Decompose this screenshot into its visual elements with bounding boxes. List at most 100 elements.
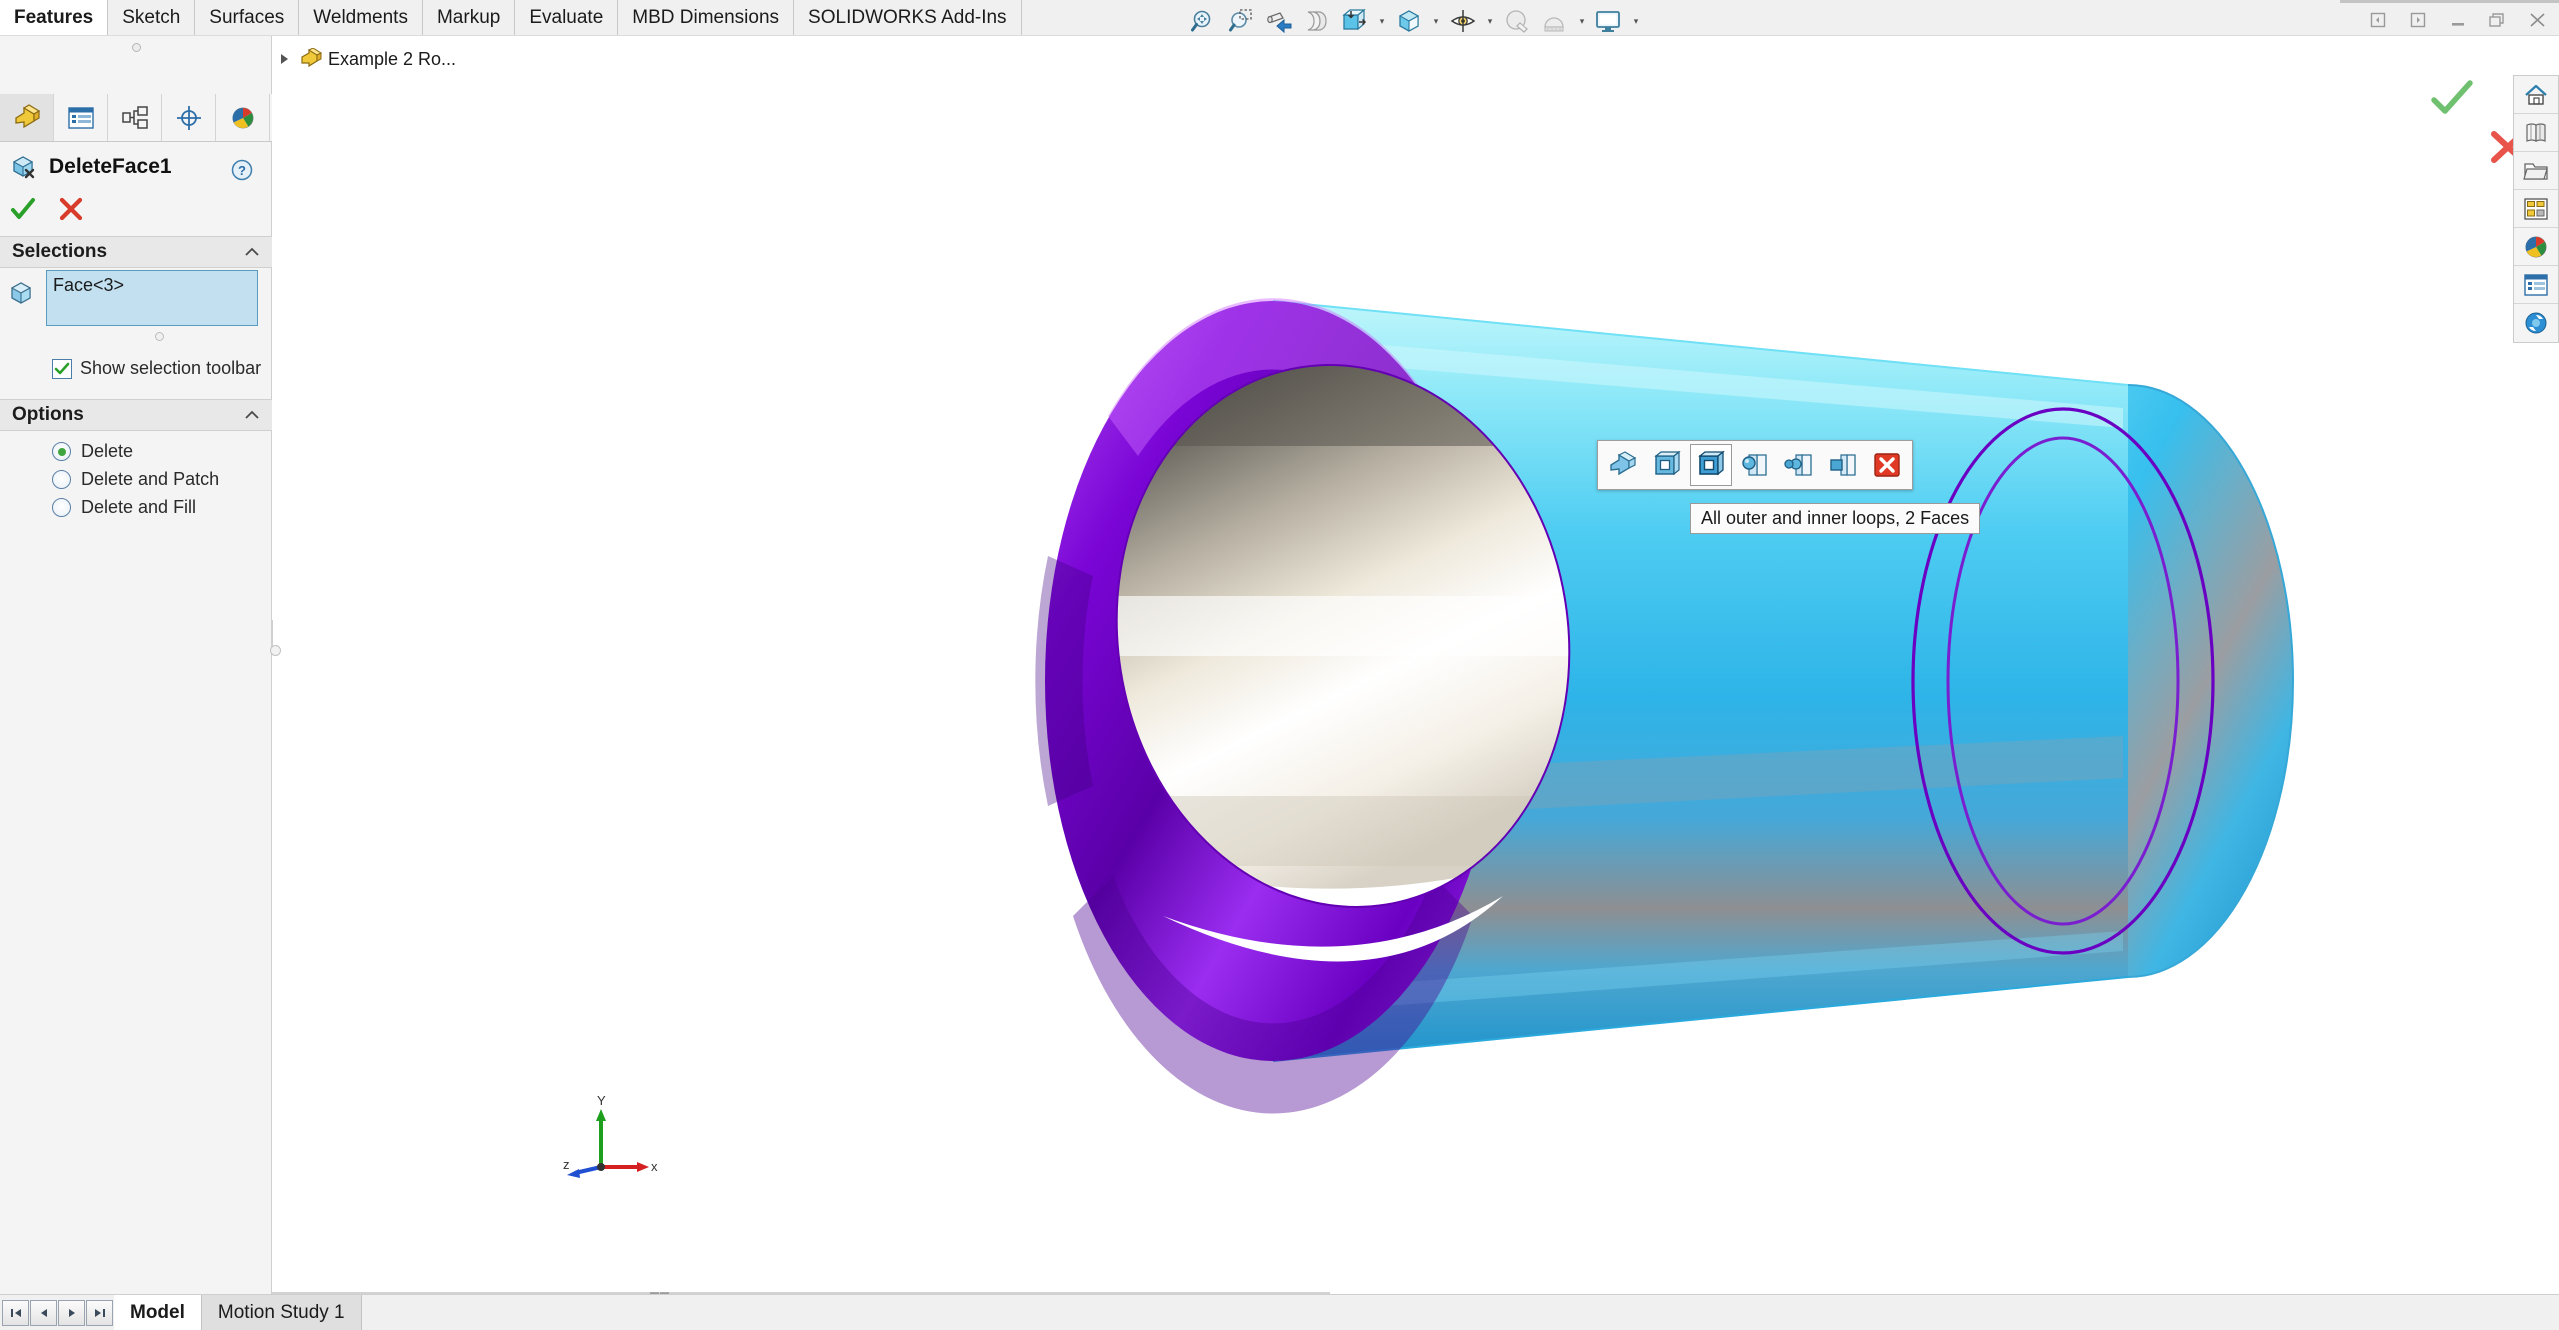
ribbon-tab-features[interactable]: Features [0,0,109,35]
delete-face-icon [10,151,40,184]
view-orientation-icon[interactable] [1337,3,1373,39]
restore-left-icon[interactable] [2361,3,2395,37]
bottom-bar-spacer [362,1295,2559,1330]
show-selection-toolbar-label: Show selection toolbar [80,358,262,378]
solidworks-resources-icon[interactable] [2514,76,2558,114]
view-orientation-chevron-down-icon[interactable]: ▾ [1375,3,1389,39]
tree-item-document[interactable]: Example 2 Ro... [278,47,457,70]
tree-item-label: Example 2 Ro... [328,48,457,69]
ribbon-tab-label: Markup [436,6,501,28]
ribbon-tab-evaluate[interactable]: Evaluate [515,0,619,35]
options-section-header[interactable]: Options [0,399,272,431]
zoom-to-area-icon[interactable] [1223,3,1259,39]
select-connected-faces-icon[interactable] [1822,444,1864,486]
minimize-icon[interactable] [2441,3,2475,37]
confirm-corner-ok-icon[interactable] [2429,78,2475,123]
cancel-button[interactable] [58,196,84,222]
select-loop-icon[interactable] [1646,444,1688,486]
viewport-layout-chevron-down-icon[interactable]: ▾ [1629,3,1643,39]
option-delete-and-patch-radio-row[interactable]: Delete and Patch [52,469,219,490]
tree-expander-chevron-right-icon[interactable] [278,52,292,66]
tab-model[interactable]: Model [114,1295,202,1330]
option-delete-and-patch-radio[interactable] [52,470,71,489]
show-selection-toolbar-checkbox[interactable] [52,358,72,379]
ribbon-tab-label: Weldments [313,6,408,28]
option-delete-and-fill-radio-row[interactable]: Delete and Fill [52,497,196,518]
restore-right-icon[interactable] [2401,3,2435,37]
selections-section-header[interactable]: Selections [0,236,272,268]
bottom-status-bar: Model Motion Study 1 [0,1294,2559,1330]
show-selection-toolbar-row[interactable]: Show selection toolbar [52,358,261,379]
configuration-manager-tab[interactable] [108,94,162,141]
tab-motion-study-1-label: Motion Study 1 [217,1301,345,1323]
select-partial-loop-icon[interactable] [1778,444,1820,486]
ribbon-tab-label: Evaluate [529,6,604,28]
tab-motion-study-1[interactable]: Motion Study 1 [201,1295,362,1330]
section-view-icon[interactable] [1299,3,1335,39]
ribbon-tab-label: SOLIDWORKS Add-Ins [808,6,1007,28]
design-library-icon[interactable] [2514,114,2558,152]
selection-resize-grip[interactable] [155,332,164,341]
feature-manager-tab[interactable] [0,94,54,141]
appearances-scenes-decals-icon[interactable] [2514,228,2558,266]
hide-show-items-icon[interactable] [1445,3,1481,39]
ok-button[interactable] [10,196,36,222]
ribbon-tab-sketch[interactable]: Sketch [108,0,196,35]
option-delete-radio[interactable] [52,442,71,461]
face-selection-input[interactable]: Face<3> [46,270,258,326]
option-delete-and-fill-radio[interactable] [52,498,71,517]
panel-splitter-grip[interactable] [270,645,281,656]
close-icon[interactable] [2521,3,2555,37]
previous-view-icon[interactable] [1261,3,1297,39]
sheet-nav-buttons [0,1295,114,1330]
view-settings-chevron-down-icon[interactable]: ▾ [1575,3,1589,39]
help-icon[interactable]: ? [231,159,253,181]
options-chevron-up-icon[interactable] [244,407,260,423]
tab-model-label: Model [130,1301,185,1323]
apply-scene-icon[interactable] [1499,3,1535,39]
property-manager-tab[interactable] [54,94,108,141]
display-manager-tab[interactable] [216,94,270,141]
panel-drag-handle[interactable] [0,40,272,54]
hide-show-items-chevron-down-icon[interactable]: ▾ [1483,3,1497,39]
panel-grip-dot [131,42,141,52]
display-style-icon[interactable] [1391,3,1427,39]
svg-text:x: x [651,1159,658,1174]
previous-sheet-button[interactable] [30,1299,57,1326]
last-sheet-button[interactable] [86,1299,113,1326]
page-title: DeleteFace1 [49,155,172,178]
ribbon-tab-label: Features [14,6,94,28]
svg-text:Y: Y [597,1093,606,1108]
ribbon-tab-weldments[interactable]: Weldments [299,0,423,35]
display-style-chevron-down-icon[interactable]: ▾ [1429,3,1443,39]
ribbon-tab-mbd-dimensions[interactable]: MBD Dimensions [618,0,795,35]
options-section-title: Options [12,404,84,425]
selection-context-toolbar [1597,440,1913,490]
view-settings-icon[interactable] [1537,3,1573,39]
custom-properties-icon[interactable] [2514,266,2558,304]
ribbon-tab-solidworks-add-ins[interactable]: SOLIDWORKS Add-Ins [794,0,1022,35]
next-sheet-button[interactable] [58,1299,85,1326]
svg-text:?: ? [238,163,246,178]
property-manager-confirm-row [10,196,84,222]
dimxpert-manager-tab[interactable] [162,94,216,141]
close-toolbar-icon[interactable] [1866,444,1908,486]
first-sheet-button[interactable] [2,1299,29,1326]
file-explorer-icon[interactable] [2514,152,2558,190]
selections-chevron-up-icon[interactable] [244,244,260,260]
graphics-viewport[interactable]: Y x z [273,36,2559,1294]
ribbon-tab-surfaces[interactable]: Surfaces [195,0,300,35]
select-tangency-icon[interactable] [1734,444,1776,486]
view-palette-icon[interactable] [2514,190,2558,228]
zoom-to-fit-icon[interactable] [1185,3,1221,39]
coordinate-triad: Y x z [563,1093,658,1178]
option-delete-radio-row[interactable]: Delete [52,441,133,462]
solidworks-forum-icon[interactable] [2514,304,2558,342]
ribbon-tab-markup[interactable]: Markup [422,0,516,35]
select-other-icon[interactable] [1602,444,1644,486]
svg-text:z: z [563,1157,570,1172]
option-delete-and-fill-label: Delete and Fill [81,497,197,517]
all-outer-inner-loops-icon[interactable] [1690,444,1732,486]
restore-down-icon[interactable] [2481,3,2515,37]
viewport-layout-icon[interactable] [1591,3,1627,39]
